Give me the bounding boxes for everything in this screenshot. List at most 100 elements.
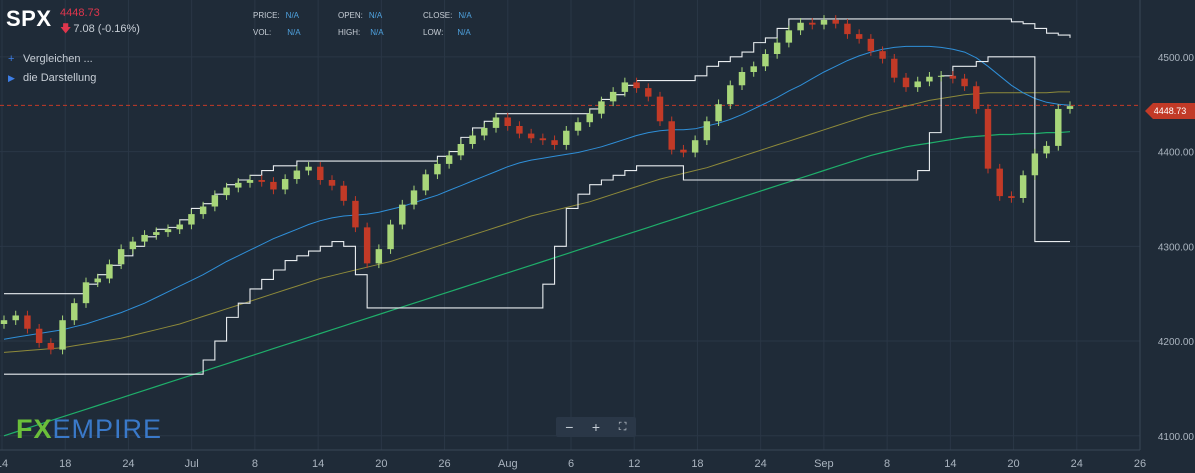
y-tick-label: 4100.00 <box>1158 432 1195 443</box>
x-tick-label: 24 <box>755 458 767 470</box>
y-tick-label: 4400.00 <box>1158 148 1195 159</box>
zoom-in-button[interactable]: + <box>586 419 606 435</box>
zoom-out-button[interactable]: − <box>559 419 579 435</box>
x-tick-label: 14 <box>0 458 8 470</box>
candle <box>328 180 336 186</box>
candle <box>59 320 66 350</box>
compare-button[interactable]: + Vergleichen ... <box>8 53 93 65</box>
candle <box>481 127 488 136</box>
down-arrow-icon: 🡇 <box>60 23 72 35</box>
x-tick-label: 18 <box>691 458 703 470</box>
last-price: 4448.73 <box>60 7 100 19</box>
open-field-label: OPEN: <box>338 11 363 20</box>
candle <box>1008 196 1015 198</box>
x-tick-label: 18 <box>59 458 71 470</box>
price-field-label: PRICE: <box>253 11 280 20</box>
x-tick-label: Jul <box>185 458 199 470</box>
candle <box>188 214 195 225</box>
low-field: LOW: N/A <box>423 28 471 37</box>
candle <box>820 19 828 25</box>
x-tick-label: 20 <box>375 458 387 470</box>
candle <box>469 135 476 144</box>
candle <box>680 149 687 153</box>
price-field-value: N/A <box>285 11 300 20</box>
symbol-label: SPX <box>6 6 52 31</box>
candle <box>258 180 265 182</box>
candle <box>738 72 746 86</box>
low-field-value: N/A <box>457 28 471 37</box>
candle <box>340 185 347 201</box>
candle <box>106 264 113 279</box>
candle <box>422 174 429 191</box>
candle <box>199 206 207 215</box>
candle <box>0 320 8 324</box>
plus-icon: + <box>8 53 15 65</box>
logo-fx: FX <box>16 414 53 444</box>
candle <box>996 168 1003 197</box>
candle <box>246 180 254 183</box>
candle <box>609 91 617 102</box>
candle <box>35 328 43 343</box>
candle <box>223 187 230 196</box>
last-price-tag: 4448.73 <box>1145 103 1195 119</box>
candle <box>352 200 359 228</box>
candle <box>949 75 957 79</box>
candle <box>703 121 711 141</box>
candle <box>668 121 675 150</box>
candle <box>750 66 757 72</box>
high-field-value: N/A <box>370 28 384 37</box>
display-button[interactable]: ▶ die Darstellung <box>8 72 96 84</box>
candle <box>445 155 453 164</box>
candle <box>129 241 137 250</box>
candle <box>176 224 183 230</box>
candle <box>504 117 511 126</box>
candle <box>891 58 898 78</box>
candle <box>94 278 101 283</box>
price-chart[interactable]: 14 18 24 Jul 8 14 20 26 Aug 6 12 18 24 Sep 8 14 20 24 26 45… <box>0 0 1195 473</box>
x-tick-label: Aug <box>498 458 518 470</box>
candle <box>434 163 441 175</box>
candle <box>164 229 172 233</box>
y-tick-label: 4200.00 <box>1158 337 1195 348</box>
fxempire-logo: FXEMPIRE <box>16 414 162 445</box>
y-tick-label: 4500.00 <box>1158 53 1195 64</box>
candle <box>727 85 734 105</box>
candle <box>457 144 465 156</box>
x-tick-label: 8 <box>252 458 258 470</box>
candle <box>375 249 383 264</box>
x-tick-label: 20 <box>1007 458 1019 470</box>
x-tick-label: 26 <box>438 458 450 470</box>
candle <box>153 232 160 235</box>
candle <box>984 108 992 169</box>
channel-upper-line <box>4 18 1071 295</box>
open-field-value: N/A <box>368 11 383 20</box>
high-field-label: HIGH: <box>338 28 361 37</box>
candle <box>539 138 547 141</box>
candle <box>317 166 324 180</box>
ma-mid-line <box>3 91 1070 353</box>
candle <box>785 30 793 43</box>
x-tick-label: 12 <box>628 458 640 470</box>
candle <box>914 81 921 88</box>
compare-label: Vergleichen ... <box>23 53 93 65</box>
candle <box>656 96 664 122</box>
ma-short-line <box>3 45 1071 340</box>
candle <box>141 234 148 242</box>
close-field-label: CLOSE: <box>423 11 453 20</box>
candle <box>82 282 90 304</box>
open-field: OPEN: N/A <box>338 11 382 20</box>
y-tick-label: 4300.00 <box>1158 242 1195 253</box>
candle <box>293 170 301 180</box>
candle <box>633 82 640 89</box>
candle <box>773 42 781 54</box>
channel-lower-line <box>4 56 1070 375</box>
candle <box>1055 108 1062 146</box>
candle <box>762 54 769 67</box>
price-change: 🡇 7.08 (-0.16%) <box>60 20 140 39</box>
candle <box>387 224 394 250</box>
x-tick-label: 24 <box>1071 458 1083 470</box>
candle <box>24 315 31 329</box>
candle <box>1066 106 1074 109</box>
candle <box>492 117 500 128</box>
fullscreen-button[interactable]: ⛶ <box>613 421 633 434</box>
